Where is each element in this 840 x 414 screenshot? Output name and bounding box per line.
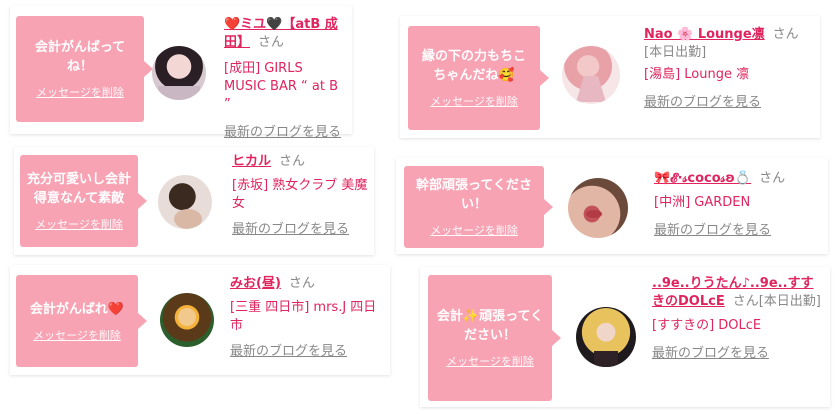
profile-info: ..9e..りうたん♪..9e..すすきのDOLcE さん[本日出勤] [すすきの… [652,275,826,363]
message-text: 幹部頑張ってください！ [416,178,532,212]
message-bubble: 幹部頑張ってください！ メッセージを削除 [404,166,553,248]
delete-message-link[interactable]: メッセージを削除 [35,216,123,232]
shop-label: [成田] GIRLS MUSIC BAR “ at B ” [224,61,338,112]
profile-info: ❤️ミユ🖤【atB 成田】 さん [成田] GIRLS MUSIC BAR “ a… [224,16,346,142]
blonde-avatar-icon [594,351,618,367]
profile-name-link[interactable]: みお(昼) [230,276,281,291]
profile-name-link[interactable]: 🎀𝓔·𝓈coco𝓈ʚ💍 [654,171,751,186]
avatar[interactable] [568,178,628,238]
avatar[interactable] [160,293,214,347]
honorific: さん [759,171,786,186]
character-avatar-icon [178,308,196,326]
message-card: 縁の下の力もちこちゃんだね🥰 メッセージを削除 Nao 🌸 Lounge凛 さん[… [400,16,820,138]
profile-name-link[interactable]: Nao 🌸 Lounge凛 [644,27,765,42]
blog-link[interactable]: 最新のブログを見る [654,222,824,240]
message-text: 充分可愛いし会計得意なんて素敵 [26,172,131,206]
profile-info: 🎀𝓔·𝓈coco𝓈ʚ💍 さん [中洲] GARDEN 最新のブログを見る [654,170,824,240]
message-card: 会計がんばれ❤️ メッセージを削除 みお(昼) さん [三重 四日市] mrs.J… [10,265,390,375]
lips-avatar-icon [586,210,602,218]
shop-label: [湯島] Lounge 凛 [644,67,750,82]
delete-message-link[interactable]: メッセージを削除 [430,93,518,109]
profile-info: ヒカル さん [赤坂] 熟女クラブ 美魔女 最新のブログを見る [232,153,372,239]
avatar[interactable] [576,307,636,367]
shop-label: [中洲] GARDEN [654,195,751,210]
avatar[interactable] [152,46,206,100]
delete-message-link[interactable]: メッセージを削除 [36,84,124,100]
woman-avatar-icon [174,209,202,229]
message-bubble: 会計がんばってね！ メッセージを削除 [16,16,153,122]
blog-link[interactable]: 最新のブログを見る [644,94,814,112]
message-text: 会計がんばれ❤️ [29,301,125,317]
message-bubble: 会計がんばれ❤️ メッセージを削除 [16,275,147,367]
profile-info: みお(昼) さん [三重 四日市] mrs.J 四日市 最新のブログを見る [230,275,386,361]
honorific: さん [288,276,315,291]
blog-link[interactable]: 最新のブログを見る [652,345,826,363]
delete-message-link[interactable]: メッセージを削除 [446,353,534,369]
blog-link[interactable]: 最新のブログを見る [224,124,346,142]
shop-label: [すすきの] DOLcE [652,318,762,333]
kimono-avatar-icon [576,76,606,102]
honorific: さん [279,154,306,169]
profile-info: Nao 🌸 Lounge凛 さん[本日出勤] [湯島] Lounge 凛 最新のブ… [644,26,814,112]
delete-message-link[interactable]: メッセージを削除 [33,327,121,343]
profile-name-link[interactable]: ヒカル [232,154,271,169]
message-bubble: 縁の下の力もちこちゃんだね🥰 メッセージを削除 [408,26,549,130]
message-card: 充分可愛いし会計得意なんて素敵 メッセージを削除 ヒカル さん [赤坂] 熟女クラ… [14,147,374,255]
avatar[interactable] [562,46,620,104]
message-bubble: 会計✨頑張ってください！ メッセージを削除 [428,275,561,401]
message-text: 縁の下の力もちこちゃんだね🥰 [421,49,526,83]
message-card: 会計✨頑張ってください！ メッセージを削除 ..9e..りうたん♪..9e..す… [420,267,830,407]
shop-label: [赤坂] 熟女クラブ 美魔女 [232,178,368,211]
blog-link[interactable]: 最新のブログを見る [230,343,386,361]
honorific: さん[本日出勤] [732,294,821,309]
delete-message-link[interactable]: メッセージを削除 [430,222,518,238]
avatar[interactable] [158,175,212,229]
message-card: 幹部頑張ってください！ メッセージを削除 🎀𝓔·𝓈coco𝓈ʚ💍 さん [中洲] … [396,158,828,254]
message-bubble: 充分可愛いし会計得意なんて素敵 メッセージを削除 [20,155,147,247]
message-card: 会計がんばってね！ メッセージを削除 ❤️ミユ🖤【atB 成田】 さん [成田] … [10,6,352,140]
blog-link[interactable]: 最新のブログを見る [232,221,372,239]
shop-label: [三重 四日市] mrs.J 四日市 [230,300,377,333]
message-text: 会計✨頑張ってください！ [436,309,544,343]
message-text: 会計がんばってね！ [34,40,126,74]
girl-avatar-icon [158,86,200,100]
honorific: さん [258,35,285,50]
